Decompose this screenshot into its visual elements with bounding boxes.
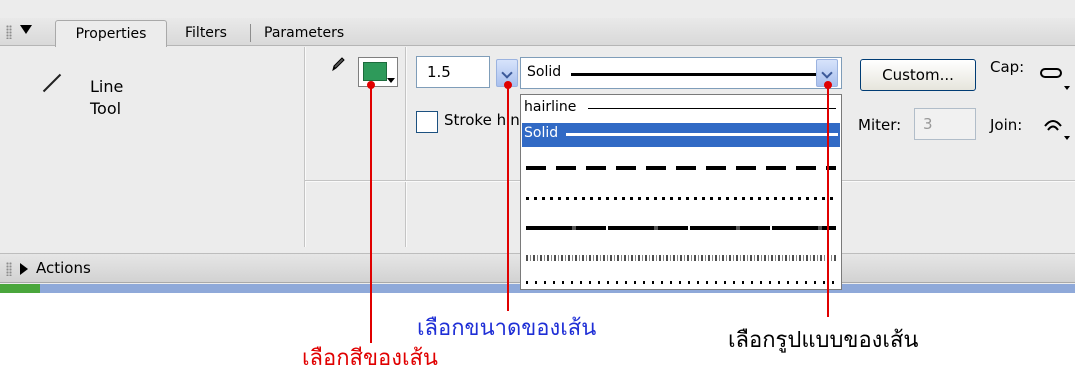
stroke-style-preview [571,73,829,76]
annotation-line-size [507,85,509,311]
style-option-ragged[interactable] [522,217,840,241]
style-option-hatched[interactable] [522,273,840,289]
chevron-down-icon [821,67,833,79]
panel-grip-icon[interactable] [6,25,12,39]
bottom-strip-accent [0,284,40,293]
style-option-dotted[interactable] [522,187,840,211]
chevron-down-icon [501,67,513,79]
dotted-sample [526,197,836,200]
stroke-hinting-label: Stroke hinting [444,111,522,129]
collapse-triangle-icon[interactable] [20,25,32,34]
ragged-sample [526,226,836,230]
expand-triangle-icon[interactable] [20,263,28,275]
actions-label: Actions [36,259,91,277]
cap-arrow-icon[interactable] [1064,86,1070,90]
custom-stroke-button[interactable]: Custom... [860,59,976,91]
stroke-color-swatch[interactable] [358,57,398,87]
style-option-label: hairline [524,99,577,115]
stroke-style-value: Solid [527,64,562,80]
stipple-sample [526,255,836,261]
style-option-dashed[interactable] [522,157,840,181]
solid-sample [566,133,838,136]
annotation-color-label: เลือกสีของเส้น [302,346,438,369]
cap-round-icon[interactable] [1040,68,1062,78]
style-option-hairline[interactable]: hairline [522,97,840,121]
annotation-size-label: เลือกขนาดของเส้น [417,316,597,341]
stroke-hinting-checkbox[interactable] [416,111,438,133]
hairline-sample [588,108,836,109]
style-option-label: Solid [524,125,559,141]
join-label: Join: [990,116,1023,134]
join-round-icon[interactable] [1042,114,1064,134]
stroke-style-dropdown-list[interactable]: hairline Solid [520,94,842,290]
cap-label: Cap: [990,58,1025,76]
tab-separator [250,24,251,42]
tool-name-line1: Line [90,77,124,96]
tab-filters[interactable]: Filters [175,20,237,46]
style-option-stipple[interactable] [522,247,840,271]
stroke-color-fill [363,62,387,81]
tool-name: Line Tool [90,76,123,120]
tab-properties[interactable]: Properties [55,20,167,47]
panel-tab-bar: Properties Filters Parameters [0,18,1075,47]
stroke-style-select[interactable]: Solid [520,57,842,89]
tab-parameters[interactable]: Parameters [254,20,354,46]
column-divider [304,47,306,247]
miter-label: Miter: [858,116,902,134]
annotation-line-color [370,85,372,343]
annotation-style-label: เลือกรูปแบบของเส้น [728,328,919,353]
miter-input[interactable]: 3 [914,108,976,140]
style-option-solid[interactable]: Solid [522,123,840,147]
column-divider [405,47,407,247]
hatched-sample [526,281,836,284]
pencil-icon [332,57,345,72]
dashed-sample [526,166,836,170]
panel-grip-icon[interactable] [6,262,12,276]
stroke-size-input[interactable]: 1.5 [416,56,490,88]
annotation-line-style [827,85,829,317]
join-arrow-icon[interactable] [1064,136,1070,140]
swatch-arrow-icon [387,78,395,83]
tool-name-line2: Tool [90,99,122,118]
